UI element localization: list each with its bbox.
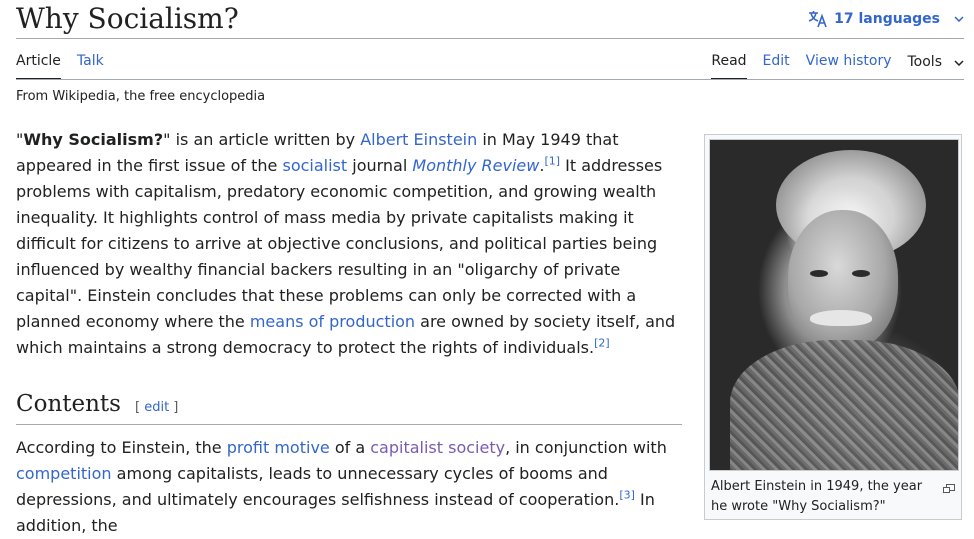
link-monthly-review[interactable]: Monthly Review <box>412 156 539 175</box>
einstein-photo[interactable] <box>709 139 959 471</box>
text: It addresses problems with capitalism, p… <box>16 156 663 331</box>
section-divider <box>16 424 682 425</box>
chevron-down-icon <box>954 16 964 22</box>
text: journal <box>347 156 413 175</box>
photo-eye <box>852 270 870 277</box>
photo-sweater <box>730 340 958 470</box>
page-title: Why Socialism? <box>16 2 239 35</box>
chevron-down-icon <box>954 51 964 73</box>
citation-1[interactable]: [1] <box>544 155 560 168</box>
image-caption: Albert Einstein in 1949, the year he wro… <box>711 479 923 514</box>
bracket: [ <box>134 400 145 415</box>
text: " is an article written by <box>163 130 361 149</box>
text: According to Einstein, the <box>16 438 227 457</box>
tabs-divider <box>16 79 964 80</box>
link-albert-einstein[interactable]: Albert Einstein <box>360 130 477 149</box>
text: , in conjunction with <box>505 438 667 457</box>
lead-paragraph: "Why Socialism?" is an article written b… <box>16 127 686 361</box>
citation-3[interactable]: [3] <box>619 489 635 502</box>
bold-title: Why Socialism? <box>23 130 164 149</box>
tab-edit[interactable]: Edit <box>763 50 790 80</box>
link-competition[interactable]: competition <box>16 464 112 483</box>
link-means-of-production[interactable]: means of production <box>250 312 415 331</box>
citation-2[interactable]: [2] <box>594 337 610 350</box>
infobox: Albert Einstein in 1949, the year he wro… <box>704 134 962 520</box>
section-heading: Contents [ edit ] <box>16 388 682 420</box>
tab-article[interactable]: Article <box>16 50 61 80</box>
title-divider <box>16 38 964 39</box>
photo-face <box>788 210 898 350</box>
translate-icon <box>808 10 828 28</box>
photo-eye <box>810 270 828 277</box>
view-tabs: Read Edit View history Tools <box>711 50 964 80</box>
photo-moustache <box>810 310 872 326</box>
bracket: ] <box>169 400 179 415</box>
enlarge-icon[interactable] <box>943 479 955 493</box>
tab-view-history[interactable]: View history <box>806 50 892 80</box>
section-paragraph: According to Einstein, the profit motive… <box>16 435 686 539</box>
link-capitalist-society[interactable]: capitalist society <box>370 438 505 457</box>
section-heading-text: Contents <box>16 391 121 417</box>
tab-read[interactable]: Read <box>711 50 747 80</box>
languages-button[interactable]: 17 languages <box>808 8 964 30</box>
section-edit-link[interactable]: edit <box>144 400 169 415</box>
languages-label: 17 languages <box>834 11 940 27</box>
section-edit: [ edit ] <box>135 400 178 415</box>
link-socialist[interactable]: socialist <box>282 156 347 175</box>
text: of a <box>329 438 371 457</box>
namespace-tabs: Article Talk <box>16 50 104 80</box>
tools-label: Tools <box>907 54 943 70</box>
tools-menu[interactable]: Tools <box>908 50 965 80</box>
site-tagline: From Wikipedia, the free encyclopedia <box>16 89 266 104</box>
tab-talk[interactable]: Talk <box>77 50 104 80</box>
link-profit-motive[interactable]: profit motive <box>227 438 330 457</box>
